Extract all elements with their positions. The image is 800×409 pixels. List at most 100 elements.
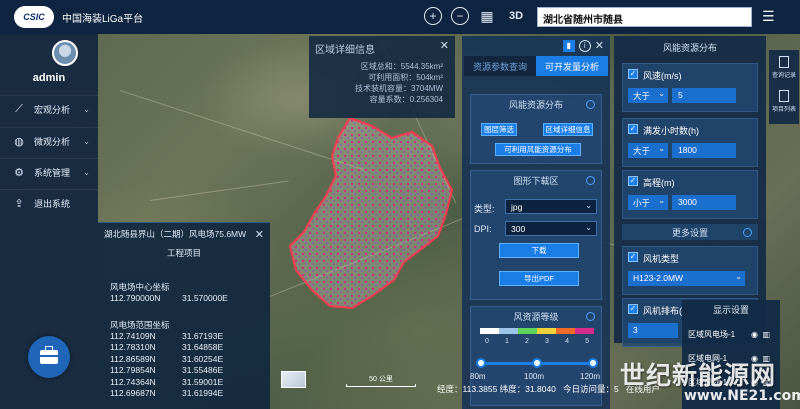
filter-label: 风速(m/s) [643,71,682,81]
analysis-tabs: 资源参数查询 可开发量分析 [464,56,608,76]
scale-label: 50 公里 [369,376,393,383]
chevron-down-icon: ⌄ [658,144,665,153]
chevron-down-icon: ⌄ [658,89,665,98]
layer-row[interactable]: 区域风电场-1 ◉ ▥ [688,327,772,341]
card-header: 风资源等级 [471,307,601,325]
right-edge-toolbar: 查询记录 项目列表 [769,50,799,124]
layer-filter-button[interactable]: 图层筛选 [481,123,517,136]
scale-bar: 50 公里 [346,374,416,387]
project-subtitle: 工程项目 [166,248,201,258]
bar-chart-icon[interactable]: ▮ [562,39,575,52]
project-info-popup: 湖北随县界山（二期）风电场75.6MW ✕ 工程项目 风电场中心坐标 112.7… [98,222,270,409]
level-legend [480,328,594,334]
list-icon [779,89,789,102]
eye-icon[interactable]: ◉ [751,330,758,339]
detail-row: 可利用面积：504km² [368,73,443,82]
collapse-toggle-icon[interactable] [743,227,752,237]
card-header: 风能资源分布 [471,95,601,113]
level-swatch [556,328,575,334]
close-icon[interactable]: ✕ [255,228,264,241]
basemap-switcher[interactable] [281,371,306,388]
sidebar-item-label: 退出系统 [34,199,71,209]
level-numbers: 012345 [485,338,589,345]
coord-row: 112.74109N 31.67193E [110,330,224,341]
location-search-input[interactable]: 湖北省随州市随县 [537,7,752,27]
sidebar-item-macro-analysis[interactable]: ⟋ 宏观分析 ⌄ [0,95,98,123]
detail-row: 区域总和：5544.35km² [360,62,443,71]
watermark-text: 世纪新能源网 [620,361,777,390]
operator-select[interactable]: 小于 ⌄ [628,195,668,210]
slider-handle[interactable] [532,358,542,368]
region-detail-button[interactable]: 区域详细信息 [543,123,593,136]
chevron-down-icon: ⌄ [83,168,90,177]
coordinate-readout: 经度：113.3855 纬度：31.8040 [437,384,556,394]
type-label: 类型: [474,204,495,214]
download-button[interactable]: 下载 [499,243,579,258]
slider-handle[interactable] [476,358,486,368]
slider-label: 100m [524,372,545,381]
available-resource-button[interactable]: 可利用风能资源分布 [495,143,581,156]
tab-developable-analysis[interactable]: 可开发量分析 [536,56,608,76]
grid-view-icon[interactable]: ▦ [478,7,496,25]
coord-row: 112.74364N 31.59001E [110,376,224,387]
query-history-button[interactable]: 查询记录 [769,50,799,84]
turbine-type-select[interactable]: H123-2.0MW ⌄ [628,271,745,286]
checkbox[interactable]: ✓ [628,252,638,262]
range-label: 风电场范围坐标 [110,319,170,330]
csic-logo: CSIC [14,6,54,28]
trash-icon[interactable]: ▥ [762,330,770,339]
toolbox-button[interactable] [28,336,70,378]
toolbox-icon [40,346,58,364]
filter-label: 满发小时数(h) [643,126,699,136]
scale-line [346,384,416,387]
type-select[interactable]: jpg ⌄ [505,199,597,214]
layout-value-input[interactable]: 3 [628,323,678,338]
app-title: 中国海装LiGa平台 [62,13,144,25]
logout-icon: ⇪ [14,198,24,210]
project-list-button[interactable]: 项目列表 [769,84,799,118]
dpi-select[interactable]: 300 ⌄ [505,221,597,236]
collapse-toggle-icon[interactable] [586,311,595,321]
filter-value-input[interactable]: 5 [672,88,736,103]
collapse-toggle-icon[interactable] [586,175,595,185]
operator-select[interactable]: 大于 ⌄ [628,143,668,158]
collapse-toggle-icon[interactable] [586,99,595,109]
close-icon[interactable]: ✕ [595,39,604,52]
zoom-in-icon[interactable]: + [424,7,442,25]
region-polygon[interactable] [288,116,454,310]
sidebar-item-logout[interactable]: ⇪ 退出系统 [0,189,98,217]
filter-full-load-hours: ✓ 满发小时数(h) 大于 ⌄ 1800 [622,118,758,167]
detail-row: 技术装机容量：3704MW [354,84,443,93]
checkbox[interactable]: ✓ [628,304,638,314]
avatar[interactable] [52,40,78,66]
checkbox[interactable]: ✓ [628,176,638,186]
operator-select[interactable]: 大于 ⌄ [628,88,668,103]
menu-icon[interactable]: ☰ [762,9,778,25]
panel-controls: ▮ i ✕ [562,39,604,52]
sidebar-item-micro-analysis[interactable]: ◍ 微观分析 ⌄ [0,127,98,155]
panel-title: 显示设置 [712,305,749,315]
zoom-out-icon[interactable]: − [451,7,469,25]
filter-value-input[interactable]: 3000 [672,195,736,210]
filter-wind-speed: ✓ 风速(m/s) 大于 ⌄ 5 [622,63,758,112]
slider-label: 120m [580,372,601,381]
level-swatch [537,328,556,334]
checkbox[interactable]: ✓ [628,124,638,134]
sidebar-item-label: 系统管理 [34,168,71,178]
tab-resource-query[interactable]: 资源参数查询 [464,56,536,76]
info-icon[interactable]: i [578,39,591,52]
username: admin [32,72,66,84]
trend-chart-icon: ⟋ [15,103,23,115]
slider-handle[interactable] [588,358,598,368]
filter-elevation: ✓ 高程(m) 小于 ⌄ 3000 [622,170,758,219]
document-icon [779,55,789,68]
view-3d-button[interactable]: 3D [505,7,527,25]
more-settings-header[interactable]: 更多设置 [622,224,758,240]
close-icon[interactable]: ✕ [440,39,449,52]
filter-value-input[interactable]: 1800 [672,143,736,158]
wind-resource-panel: 风能资源分布 ✓ 风速(m/s) 大于 ⌄ 5 ✓ 满发小时数(h) 大于 ⌄ 18… [614,36,766,347]
sidebar-item-system-management[interactable]: ⚙ 系统管理 ⌄ [0,158,98,186]
export-pdf-button[interactable]: 导出PDF [499,271,579,286]
level-swatch [499,328,518,334]
checkbox[interactable]: ✓ [628,69,638,79]
